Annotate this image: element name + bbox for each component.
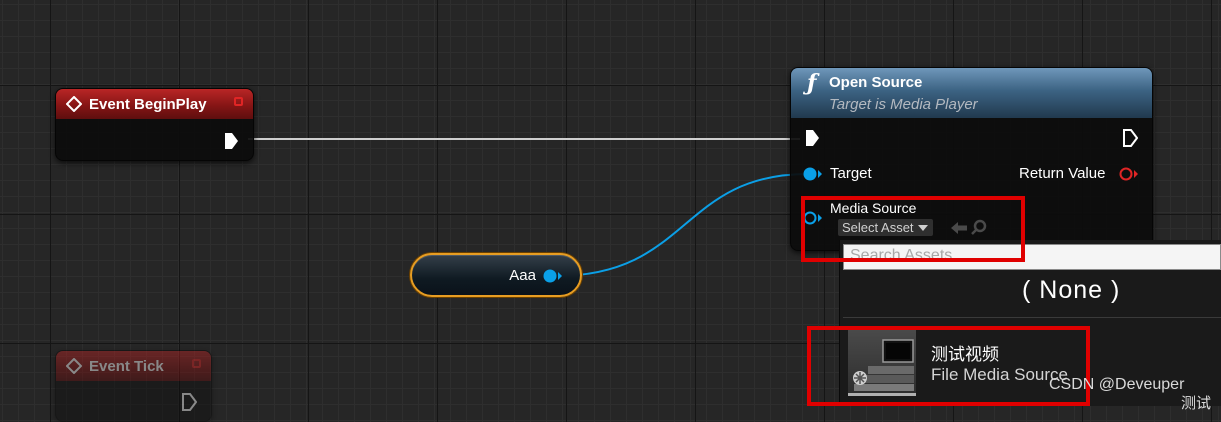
event-tick-header: Event Tick (56, 351, 211, 381)
data-wire (555, 173, 809, 277)
event-tick-title: Event Tick (89, 357, 164, 375)
function-icon: ƒ (807, 70, 817, 96)
picker-divider (843, 317, 1221, 318)
exec-out-pin[interactable] (1122, 129, 1138, 147)
event-tick-delegate-pin[interactable] (192, 359, 201, 368)
open-source-header: ƒ Open Source Target is Media Player (791, 68, 1152, 118)
event-beginplay-header: Event BeginPlay (56, 89, 253, 119)
open-source-subtitle: Target is Media Player (829, 96, 978, 113)
event-tick-node[interactable]: Event Tick (55, 350, 212, 422)
variable-node-aaa[interactable]: Aaa (410, 253, 582, 297)
open-source-title: Open Source (829, 74, 923, 91)
variable-name: Aaa (509, 267, 536, 284)
exec-in-pin[interactable] (804, 129, 820, 147)
return-value-pin[interactable] (1118, 166, 1140, 182)
event-beginplay-title: Event BeginPlay (89, 95, 207, 113)
target-pin-label: Target (830, 165, 872, 182)
variable-output-pin[interactable] (542, 268, 564, 284)
highlight-media-source (801, 196, 1025, 262)
exec-out-pin[interactable] (223, 132, 239, 150)
exec-out-pin[interactable] (181, 393, 197, 411)
partial-asset-label: 测试 (1181, 395, 1212, 412)
none-option[interactable]: ( None ) (1022, 276, 1120, 305)
highlight-asset-item (807, 326, 1090, 406)
event-diamond-icon (66, 96, 82, 112)
event-beginplay-node[interactable]: Event BeginPlay (55, 88, 254, 161)
event-diamond-icon (66, 358, 82, 374)
event-beginplay-delegate-pin[interactable] (234, 97, 243, 106)
return-value-label: Return Value (1019, 165, 1106, 182)
target-pin[interactable] (802, 166, 824, 182)
watermark: CSDN @Deveuper (1049, 376, 1185, 393)
